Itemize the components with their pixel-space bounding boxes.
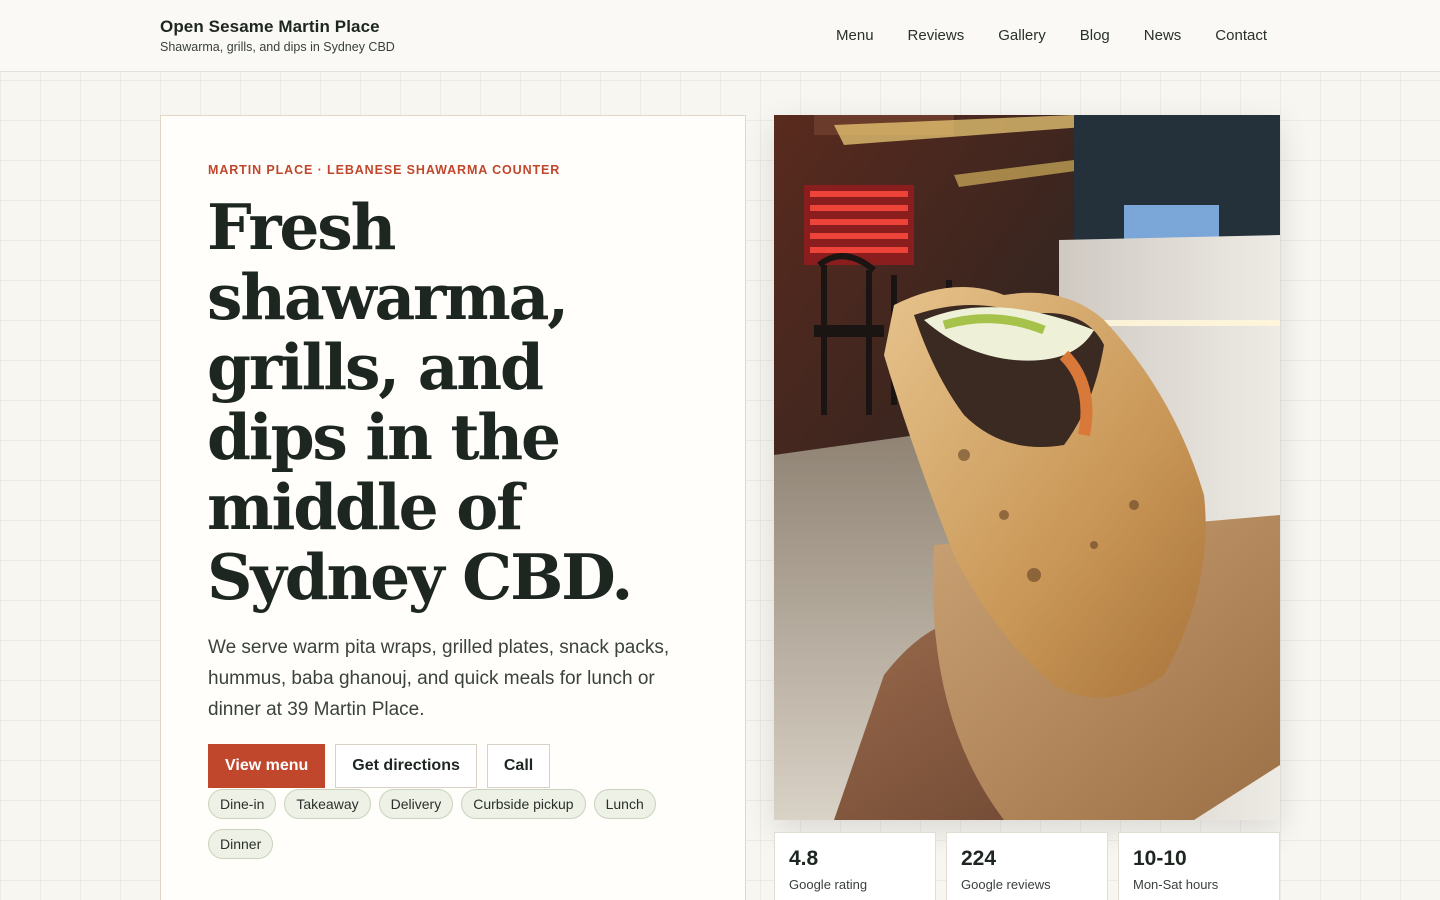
stat-rating-value: 4.8: [789, 847, 819, 870]
call-button[interactable]: Call: [486, 744, 551, 788]
hero-card: MARTIN PLACE · LEBANESE SHAWARMA COUNTER…: [160, 115, 746, 900]
stat-reviews-value: 224: [961, 847, 997, 870]
view-menu-button[interactable]: View menu: [208, 744, 326, 788]
stat-reviews: 224 Google reviews: [946, 832, 1108, 900]
tag-takeaway: Takeaway: [284, 789, 371, 819]
hero-eyebrow: MARTIN PLACE · LEBANESE SHAWARMA COUNTER: [208, 163, 561, 177]
get-directions-button[interactable]: Get directions: [335, 744, 477, 788]
service-tags: Dine-in Takeaway Delivery Curbside picku…: [208, 789, 688, 859]
nav-contact[interactable]: Contact: [1215, 27, 1267, 44]
photo-illustration: [774, 115, 1280, 820]
hero-lead: We serve warm pita wraps, grilled plates…: [208, 637, 670, 720]
main-nav: Menu Reviews Gallery Blog News Contact: [836, 27, 1267, 44]
tag-lunch: Lunch: [593, 789, 656, 819]
stats-row: 4.8 Google rating 224 Google reviews 10-…: [774, 832, 1280, 900]
tag-dinner: Dinner: [208, 829, 274, 859]
stat-rating: 4.8 Google rating: [774, 832, 936, 900]
stat-hours: 10-10 Mon-Sat hours: [1118, 832, 1280, 900]
nav-menu[interactable]: Menu: [836, 27, 874, 44]
stat-rating-label: Google rating: [789, 877, 868, 892]
nav-reviews[interactable]: Reviews: [908, 27, 965, 44]
site-header: Open Sesame Martin Place Shawarma, grill…: [0, 0, 1440, 72]
stat-reviews-label: Google reviews: [961, 877, 1051, 892]
tag-dine-in: Dine-in: [208, 789, 277, 819]
brand[interactable]: Open Sesame Martin Place Shawarma, grill…: [160, 17, 395, 54]
tag-delivery: Delivery: [378, 789, 454, 819]
hero-actions: View menu Get directions Call: [208, 744, 551, 788]
nav-news[interactable]: News: [1144, 27, 1182, 44]
nav-gallery[interactable]: Gallery: [998, 27, 1046, 44]
brand-tagline: Shawarma, grills, and dips in Sydney CBD: [160, 40, 395, 54]
brand-name[interactable]: Open Sesame Martin Place: [160, 17, 395, 37]
stat-hours-value: 10-10: [1133, 847, 1187, 870]
hero-headline: Fresh shawarma, grills, and dips in the …: [207, 190, 633, 614]
nav-blog[interactable]: Blog: [1080, 27, 1110, 44]
stat-hours-label: Mon-Sat hours: [1133, 877, 1219, 892]
tag-curbside-pickup: Curbside pickup: [461, 789, 586, 819]
shawarma-wrap-photo: [774, 115, 1280, 820]
